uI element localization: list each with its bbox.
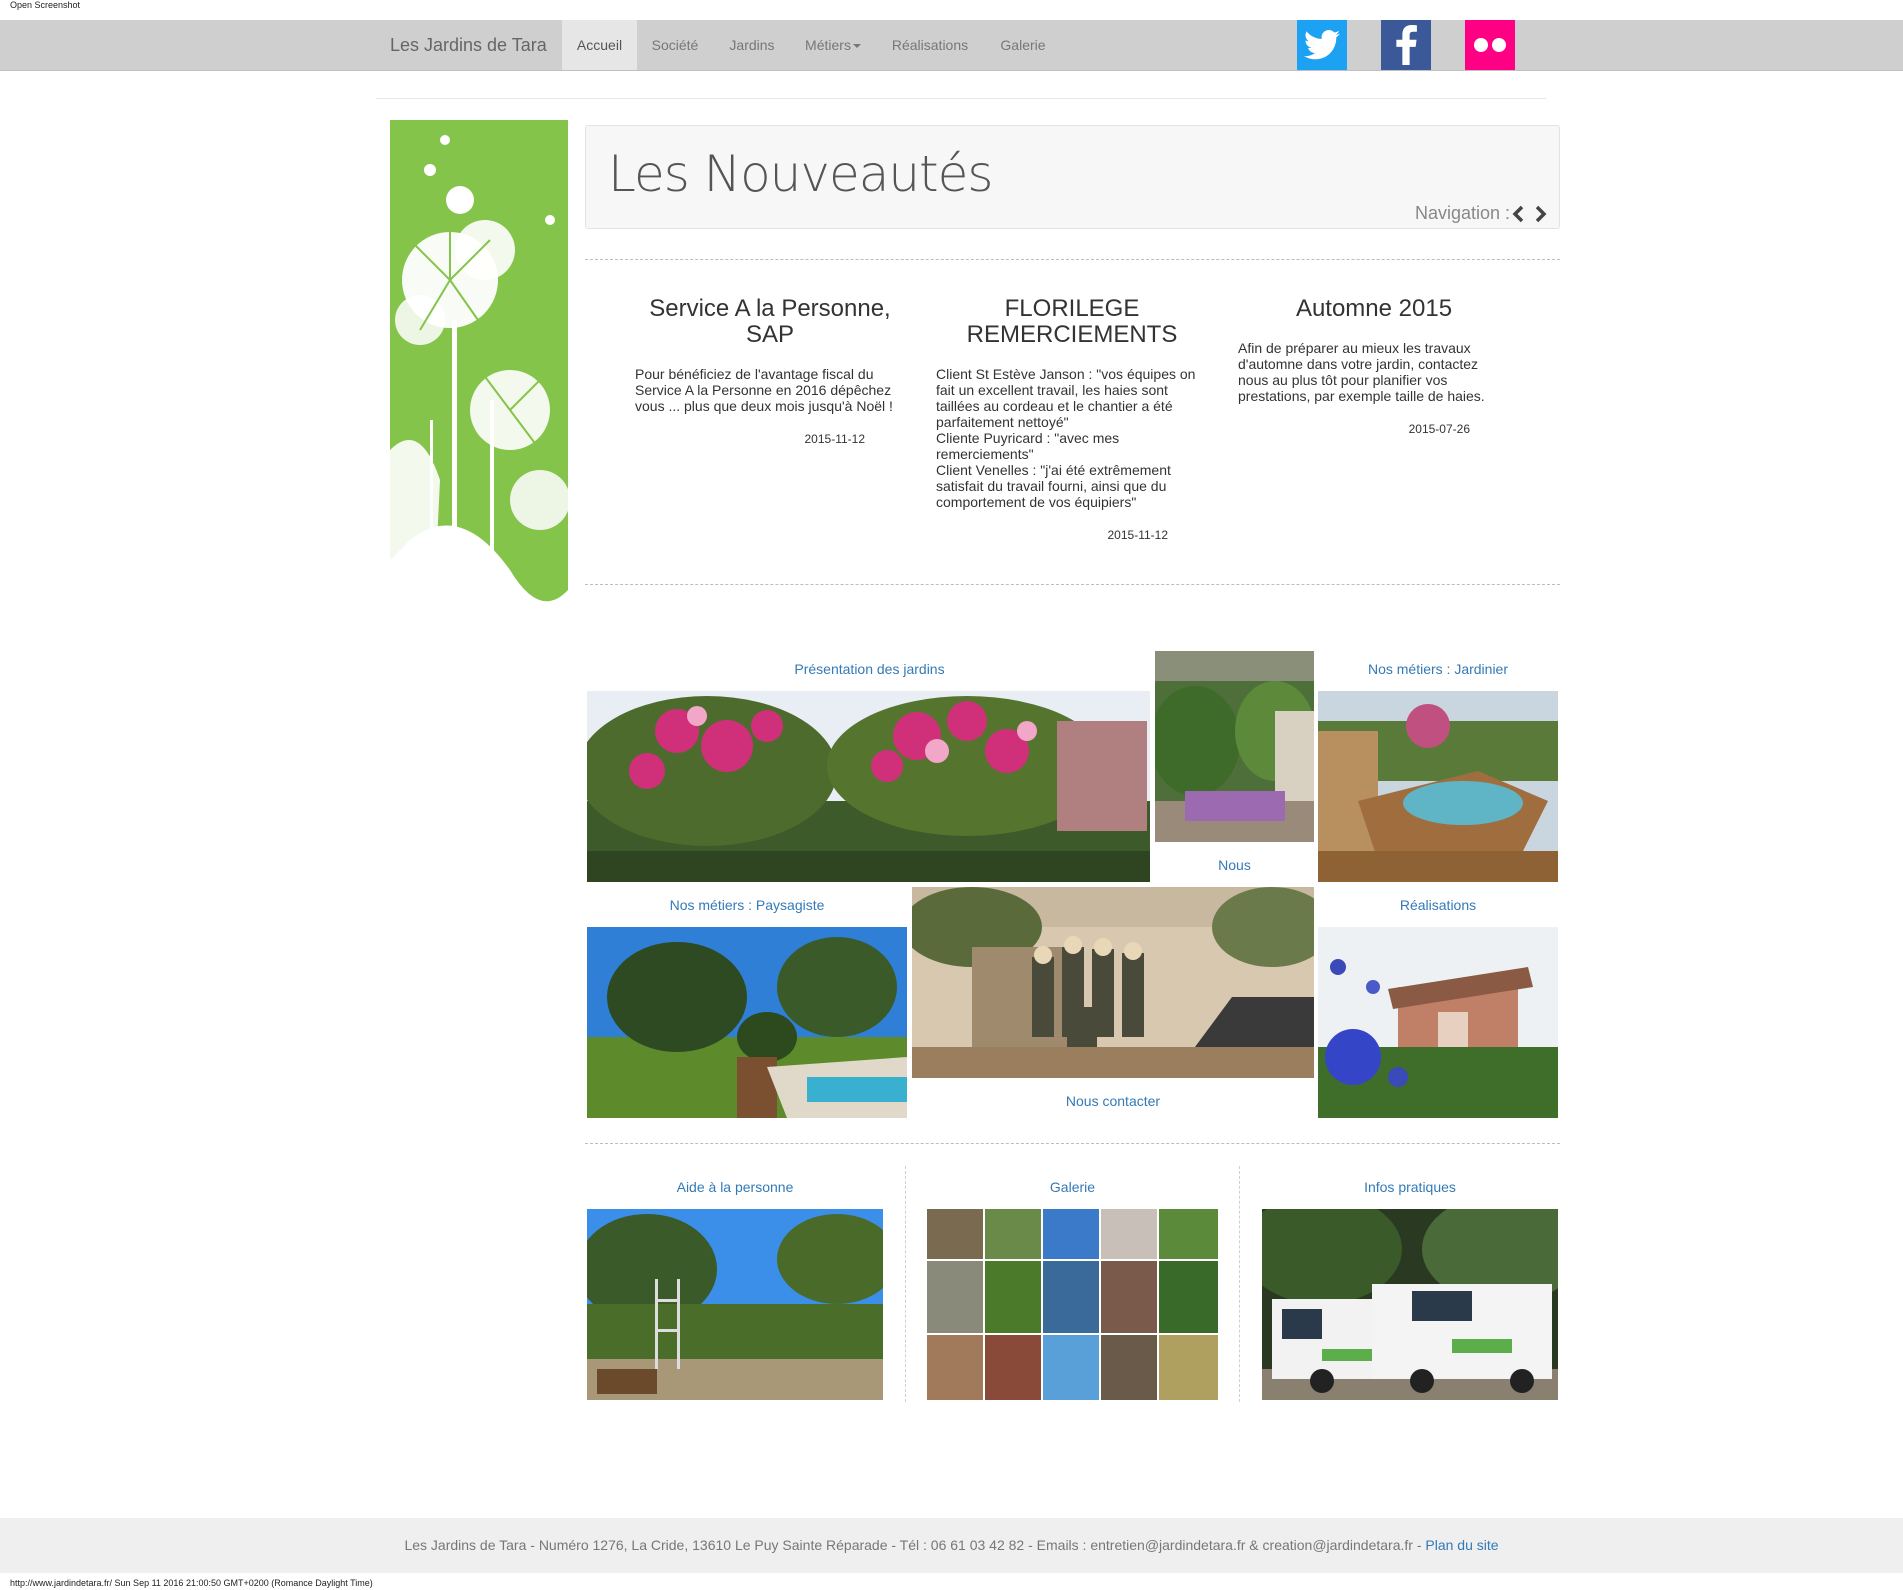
tile-galerie-label[interactable]: Galerie bbox=[927, 1179, 1218, 1195]
news-item-title[interactable]: Automne 2015 bbox=[1238, 296, 1510, 322]
nav-accueil[interactable]: Accueil bbox=[562, 20, 637, 70]
tile-paysagiste-image[interactable] bbox=[587, 927, 907, 1118]
news-item-text: Afin de préparer au mieux les travaux d'… bbox=[1238, 340, 1485, 404]
tile-realisations-label[interactable]: Réalisations bbox=[1318, 897, 1558, 913]
twitter-icon[interactable] bbox=[1297, 20, 1347, 70]
flickr-icon[interactable] bbox=[1465, 20, 1515, 70]
news-item-text: Client St Estève Janson : "vos équipes o… bbox=[936, 366, 1196, 510]
tile-aide-image[interactable] bbox=[587, 1209, 883, 1400]
tile-contact-label[interactable]: Nous contacter bbox=[912, 1093, 1314, 1109]
news-divider-bottom bbox=[585, 584, 1560, 585]
nav-jardins[interactable]: Jardins bbox=[713, 20, 791, 70]
chevron-right-icon[interactable] bbox=[1533, 205, 1549, 223]
tiles-divider bbox=[585, 1143, 1560, 1144]
tile-realisations-image[interactable] bbox=[1318, 927, 1558, 1118]
news-title: Les Nouveautés bbox=[608, 145, 993, 203]
news-item-title[interactable]: FLORILEGE REMERCIEMENTS bbox=[936, 296, 1208, 348]
footer: Les Jardins de Tara - Numéro 1276, La Cr… bbox=[0, 1518, 1903, 1573]
chevron-left-icon[interactable] bbox=[1510, 205, 1526, 223]
header-divider bbox=[376, 98, 1546, 99]
status-text: http://www.jardindetara.fr/ Sun Sep 11 2… bbox=[10, 1578, 373, 1588]
footer-contact-text: Les Jardins de Tara - Numéro 1276, La Cr… bbox=[404, 1537, 1426, 1553]
decorative-plant-banner bbox=[390, 120, 568, 690]
brand-link[interactable]: Les Jardins de Tara bbox=[390, 20, 547, 70]
news-item[interactable]: Service A la Personne, SAP Pour bénéfici… bbox=[635, 296, 905, 447]
nav-galerie[interactable]: Galerie bbox=[985, 20, 1061, 70]
news-item[interactable]: FLORILEGE REMERCIEMENTS Client St Estève… bbox=[936, 296, 1208, 543]
tile-presentation-image[interactable] bbox=[587, 691, 1150, 882]
screenshot-label: Open Screenshot bbox=[10, 0, 81, 10]
news-item[interactable]: Automne 2015 Afin de préparer au mieux l… bbox=[1238, 296, 1510, 437]
column-divider bbox=[905, 1166, 906, 1402]
news-item-text: Pour bénéficiez de l'avantage fiscal du … bbox=[635, 366, 893, 414]
sitemap-link[interactable]: Plan du site bbox=[1425, 1537, 1498, 1553]
tile-contact-image[interactable] bbox=[912, 887, 1314, 1078]
tile-galerie-image[interactable] bbox=[927, 1209, 1218, 1400]
nav-metiers-label: Métiers bbox=[805, 37, 851, 53]
news-item-date: 2015-11-12 bbox=[804, 432, 866, 446]
tile-nous-label[interactable]: Nous bbox=[1155, 857, 1314, 873]
tile-nous-image[interactable] bbox=[1155, 651, 1314, 842]
nav-realisations[interactable]: Réalisations bbox=[875, 20, 985, 70]
column-divider bbox=[1239, 1166, 1240, 1402]
news-item-date: 2015-07-26 bbox=[1408, 422, 1470, 436]
tile-infos-image[interactable] bbox=[1262, 1209, 1558, 1400]
news-navigation-label: Navigation : bbox=[1415, 203, 1511, 223]
news-item-date: 2015-11-12 bbox=[1107, 528, 1169, 542]
tile-infos-label[interactable]: Infos pratiques bbox=[1262, 1179, 1558, 1195]
caret-down-icon bbox=[852, 44, 861, 49]
tile-paysagiste-label[interactable]: Nos métiers : Paysagiste bbox=[587, 897, 907, 913]
tile-jardinier-label[interactable]: Nos métiers : Jardinier bbox=[1318, 661, 1558, 677]
tile-jardinier-image[interactable] bbox=[1318, 691, 1558, 882]
tile-aide-label[interactable]: Aide à la personne bbox=[587, 1179, 883, 1195]
facebook-icon[interactable] bbox=[1381, 20, 1431, 70]
nav-metiers-dropdown[interactable]: Métiers bbox=[791, 20, 875, 70]
news-divider-top bbox=[585, 259, 1560, 260]
news-item-title[interactable]: Service A la Personne, SAP bbox=[635, 296, 905, 348]
tile-presentation-label[interactable]: Présentation des jardins bbox=[587, 661, 1152, 677]
nav-societe[interactable]: Société bbox=[637, 20, 713, 70]
